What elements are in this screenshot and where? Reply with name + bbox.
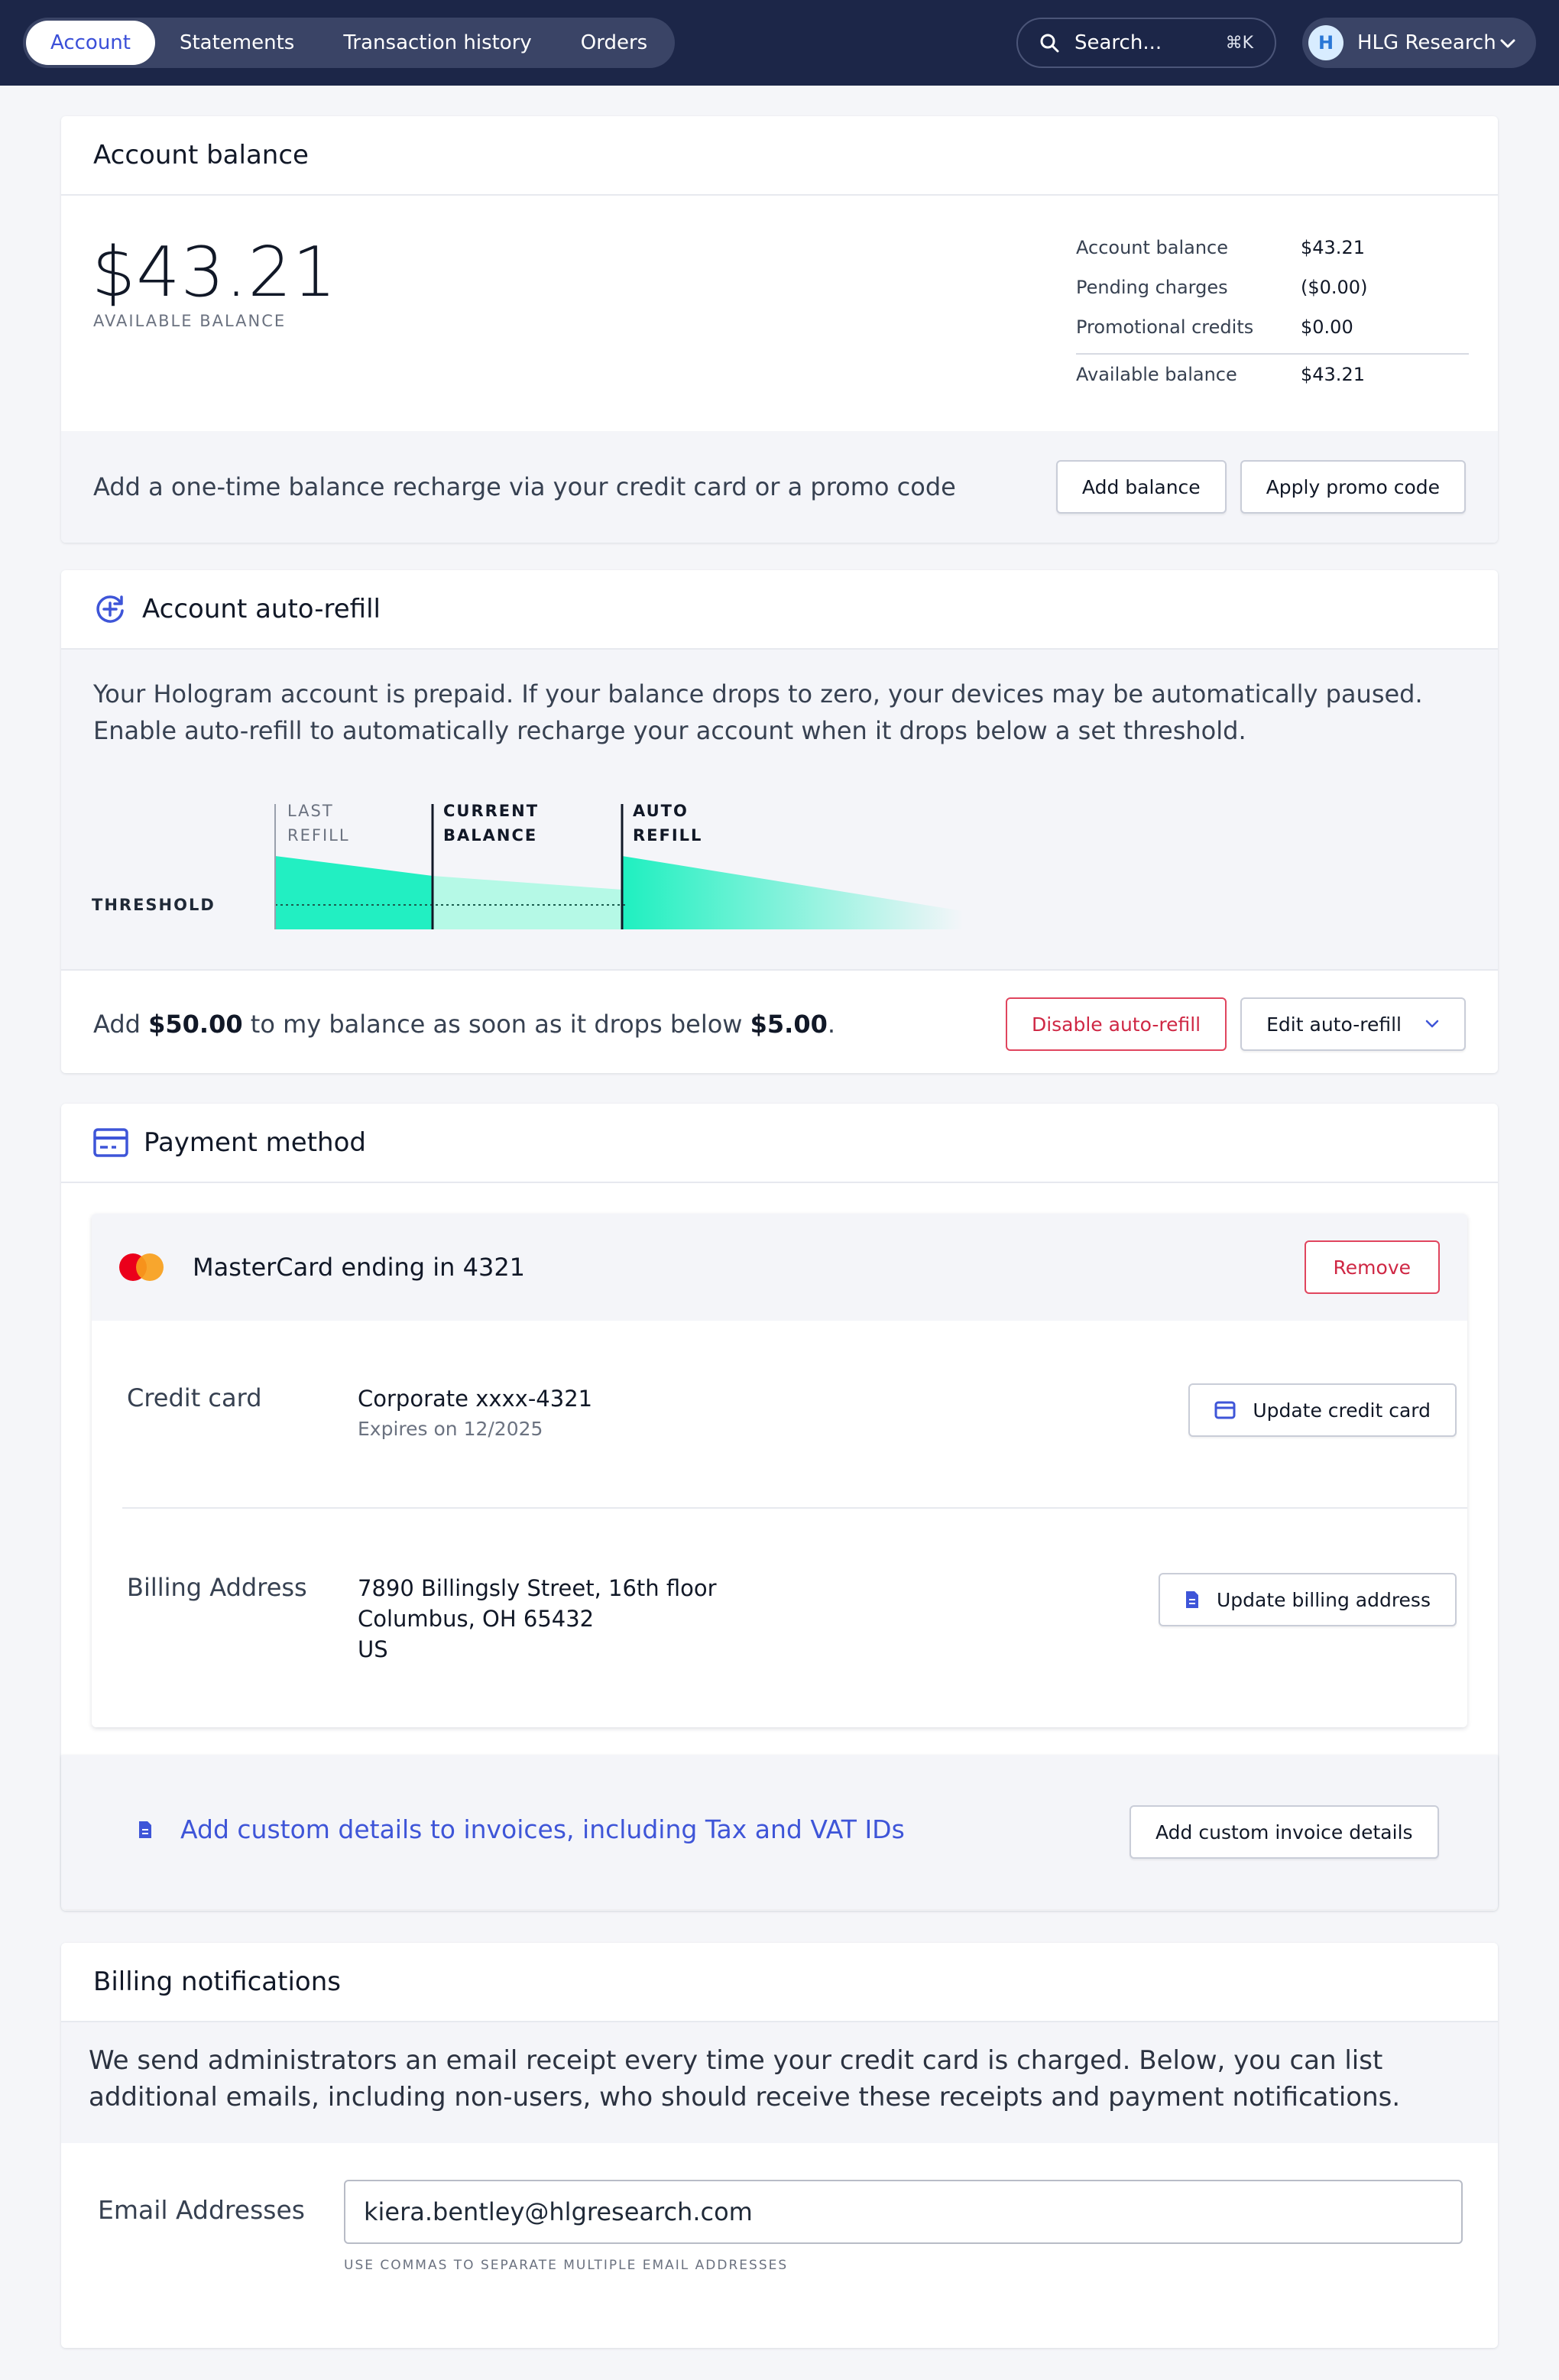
remove-card-button[interactable]: Remove bbox=[1304, 1240, 1440, 1294]
last-refill-label-line1: LAST bbox=[287, 802, 334, 820]
summary-label: Pending charges bbox=[1076, 277, 1228, 298]
auto-refill-description: Your Hologram account is prepaid. If you… bbox=[93, 679, 1423, 745]
update-billing-address-label: Update billing address bbox=[1216, 1588, 1431, 1611]
document-icon bbox=[138, 1820, 153, 1840]
search-placeholder: Search... bbox=[1074, 31, 1162, 54]
auto-refill-header: Account auto-refill bbox=[61, 570, 1498, 650]
account-balance-header: Account balance bbox=[61, 116, 1498, 196]
address-line: US bbox=[358, 1636, 388, 1662]
account-balance-card: Account balance $43.21 AVAILABLE BALANCE… bbox=[61, 116, 1498, 543]
payment-method-header: Payment method bbox=[61, 1104, 1498, 1183]
billing-address-label: Billing Address bbox=[127, 1573, 307, 1602]
billing-address-lines: 7890 Billingsly Street, 16th floor Colum… bbox=[358, 1573, 717, 1665]
card-title: Billing notifications bbox=[93, 1967, 341, 1997]
billing-notifications-card: Billing notifications We send administra… bbox=[61, 1943, 1498, 2348]
apply-promo-code-button[interactable]: Apply promo code bbox=[1240, 460, 1466, 514]
credit-card-details: Corporate xxxx-4321 Expires on 12/2025 bbox=[358, 1383, 592, 1445]
custom-invoice-link[interactable]: Add custom details to invoices, includin… bbox=[138, 1814, 905, 1844]
auto-refill-summary-bar: Add $50.00 to my balance as soon as it d… bbox=[61, 969, 1498, 1073]
auto-refill-summary: Add $50.00 to my balance as soon as it d… bbox=[93, 1010, 835, 1039]
card-title: Account balance bbox=[93, 140, 309, 170]
tab-account[interactable]: Account bbox=[26, 21, 155, 65]
recharge-band: Add a one-time balance recharge via your… bbox=[61, 431, 1498, 543]
card-name: Corporate xxxx-4321 bbox=[358, 1386, 593, 1412]
balance-summary: Account balance $43.21 Pending charges (… bbox=[1076, 228, 1469, 394]
auto-refill-label-line2: REFILL bbox=[633, 826, 702, 845]
email-help-text: USE COMMAS TO SEPARATE MULTIPLE EMAIL AD… bbox=[344, 2258, 789, 2273]
search-icon bbox=[1039, 33, 1059, 53]
tab-orders[interactable]: Orders bbox=[556, 21, 672, 65]
summary-value: $0.00 bbox=[1301, 316, 1353, 338]
summary-text: Add bbox=[93, 1010, 149, 1039]
email-addresses-input[interactable]: kiera.bentley@hlgresearch.com bbox=[344, 2180, 1463, 2244]
summary-label: Available balance bbox=[1076, 364, 1237, 385]
disable-auto-refill-button[interactable]: Disable auto-refill bbox=[1005, 997, 1227, 1051]
edit-auto-refill-button[interactable]: Edit auto-refill bbox=[1240, 997, 1466, 1051]
auto-refill-icon bbox=[93, 592, 127, 626]
credit-card-icon bbox=[1214, 1401, 1236, 1419]
chevron-down-icon bbox=[1499, 31, 1516, 54]
threshold-amount: $5.00 bbox=[750, 1010, 828, 1039]
custom-invoice-band: Add custom details to invoices, includin… bbox=[61, 1755, 1498, 1909]
account-switcher[interactable]: H HLG Research bbox=[1302, 18, 1536, 68]
summary-total-row: Available balance $43.21 bbox=[1076, 355, 1469, 394]
add-custom-invoice-details-button[interactable]: Add custom invoice details bbox=[1130, 1805, 1439, 1859]
card-title: Payment method bbox=[144, 1127, 366, 1158]
current-balance-label-line2: BALANCE bbox=[443, 826, 537, 845]
update-credit-card-button[interactable]: Update credit card bbox=[1188, 1383, 1457, 1437]
available-balance-label: AVAILABLE BALANCE bbox=[93, 312, 287, 330]
summary-row: Account balance $43.21 bbox=[1076, 228, 1469, 268]
custom-invoice-link-text: Add custom details to invoices, includin… bbox=[180, 1814, 905, 1844]
summary-value: $43.21 bbox=[1301, 237, 1365, 258]
address-line: 7890 Billingsly Street, 16th floor bbox=[358, 1575, 717, 1601]
recharge-text: Add a one-time balance recharge via your… bbox=[93, 472, 956, 501]
search-shortcut: ⌘K bbox=[1225, 33, 1253, 53]
billing-notifications-header: Billing notifications bbox=[61, 1943, 1498, 2022]
mastercard-logo-icon bbox=[119, 1253, 164, 1281]
auto-refill-card: Account auto-refill Your Hologram accoun… bbox=[61, 570, 1498, 1073]
tab-statements[interactable]: Statements bbox=[155, 21, 319, 65]
edit-auto-refill-label: Edit auto-refill bbox=[1266, 1013, 1402, 1036]
summary-value: $43.21 bbox=[1301, 364, 1365, 385]
threshold-label: THRESHOLD bbox=[92, 896, 216, 914]
current-balance-label-line1: CURRENT bbox=[443, 802, 539, 820]
chevron-down-icon bbox=[1424, 1020, 1440, 1029]
credit-card-icon bbox=[93, 1128, 128, 1157]
mastercard-block: MasterCard ending in 4321 Remove Credit … bbox=[92, 1214, 1467, 1727]
last-refill-label-line2: REFILL bbox=[287, 826, 350, 845]
summary-label: Promotional credits bbox=[1076, 316, 1254, 338]
credit-card-label: Credit card bbox=[127, 1383, 262, 1412]
mastercard-title: MasterCard ending in 4321 bbox=[193, 1253, 526, 1282]
document-icon bbox=[1185, 1590, 1200, 1610]
tab-transaction-history[interactable]: Transaction history bbox=[319, 21, 556, 65]
add-balance-button[interactable]: Add balance bbox=[1055, 460, 1227, 514]
summary-label: Account balance bbox=[1076, 237, 1229, 258]
row-divider bbox=[122, 1507, 1467, 1509]
update-credit-card-label: Update credit card bbox=[1253, 1399, 1431, 1422]
summary-text: to my balance as soon as it drops below bbox=[242, 1010, 750, 1039]
address-line: Columbus, OH 65432 bbox=[358, 1606, 595, 1632]
card-expiry: Expires on 12/2025 bbox=[358, 1418, 543, 1440]
summary-row: Pending charges ($0.00) bbox=[1076, 268, 1469, 307]
refill-amount: $50.00 bbox=[148, 1010, 243, 1039]
auto-refill-diagram: THRESHOLD LAST REFILL CURRENT BALANCE AU… bbox=[92, 802, 963, 929]
update-billing-address-button[interactable]: Update billing address bbox=[1158, 1573, 1457, 1626]
avatar: H bbox=[1308, 25, 1343, 60]
available-balance-amount: $43.21 bbox=[92, 232, 337, 313]
search-box[interactable]: Search... ⌘K bbox=[1016, 18, 1276, 68]
top-navigation: Account Statements Transaction history O… bbox=[0, 0, 1559, 86]
account-name: HLG Research bbox=[1357, 31, 1496, 54]
card-title: Account auto-refill bbox=[142, 594, 381, 624]
auto-refill-label-line1: AUTO bbox=[633, 802, 689, 820]
email-addresses-label: Email Addresses bbox=[98, 2195, 305, 2225]
summary-value: ($0.00) bbox=[1301, 277, 1368, 298]
email-addresses-form: Email Addresses kiera.bentley@hlgresearc… bbox=[61, 2143, 1498, 2348]
billing-notifications-description: We send administrators an email receipt … bbox=[89, 2045, 1401, 2112]
summary-row: Promotional credits $0.00 bbox=[1076, 307, 1469, 347]
primary-tabs: Account Statements Transaction history O… bbox=[23, 18, 676, 68]
summary-text: . bbox=[827, 1010, 836, 1039]
mastercard-header: MasterCard ending in 4321 Remove bbox=[92, 1214, 1467, 1321]
